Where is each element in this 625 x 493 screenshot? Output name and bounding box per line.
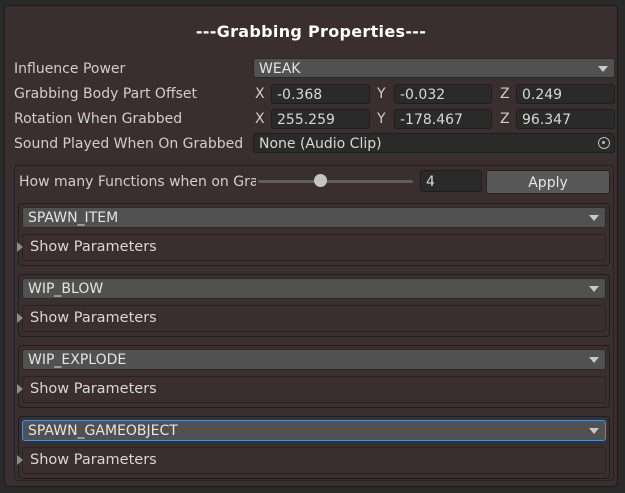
function-type-value: WIP_EXPLODE bbox=[28, 352, 127, 368]
function-type-value: WIP_BLOW bbox=[28, 281, 104, 297]
foldout-label: Show Parameters bbox=[30, 452, 157, 468]
influence-power-value: WEAK bbox=[259, 61, 301, 77]
show-parameters-foldout[interactable]: Show Parameters bbox=[17, 234, 606, 261]
foldout-label: Show Parameters bbox=[30, 310, 157, 326]
foldout-label: Show Parameters bbox=[30, 239, 157, 255]
rotation-y-axis-label: Y bbox=[377, 111, 386, 127]
rotation-x-field[interactable]: 255.259 bbox=[271, 109, 370, 129]
offset-z-axis-label: Z bbox=[500, 86, 510, 102]
function-type-value: SPAWN_GAMEOBJECT bbox=[28, 423, 178, 439]
chevron-down-icon bbox=[589, 286, 599, 292]
chevron-down-icon bbox=[589, 428, 599, 434]
chevron-down-icon bbox=[589, 357, 599, 363]
show-parameters-foldout[interactable]: Show Parameters bbox=[17, 305, 606, 332]
panel-title: ---Grabbing Properties--- bbox=[195, 22, 427, 41]
sound-label: Sound Played When On Grabbed bbox=[14, 136, 244, 152]
function-type-dropdown[interactable]: WIP_BLOW bbox=[22, 278, 606, 299]
offset-z-field[interactable]: 0.249 bbox=[516, 84, 615, 104]
function-type-dropdown[interactable]: SPAWN_ITEM bbox=[22, 207, 606, 228]
rotation-y-field[interactable]: -178.467 bbox=[394, 109, 492, 129]
offset-label: Grabbing Body Part Offset bbox=[14, 86, 197, 102]
offset-x-field[interactable]: -0.368 bbox=[271, 84, 370, 104]
influence-power-label: Influence Power bbox=[14, 61, 126, 77]
function-item: SPAWN_ITEM Show Parameters bbox=[17, 203, 610, 266]
sound-object-field[interactable]: None (Audio Clip) bbox=[253, 133, 615, 153]
object-picker-icon[interactable] bbox=[598, 137, 610, 149]
function-count-slider-track[interactable] bbox=[258, 180, 413, 183]
function-count-slider-thumb[interactable] bbox=[313, 174, 327, 187]
apply-button[interactable]: Apply bbox=[486, 170, 610, 194]
rotation-z-field[interactable]: 96.347 bbox=[516, 109, 615, 129]
function-count-field[interactable]: 4 bbox=[420, 170, 482, 192]
rotation-x-axis-label: X bbox=[255, 111, 265, 127]
triangle-right-icon[interactable] bbox=[17, 384, 23, 394]
function-count-label: How many Functions when on Grabbed bbox=[19, 174, 256, 190]
function-type-dropdown[interactable]: SPAWN_GAMEOBJECT bbox=[22, 420, 606, 441]
rotation-label: Rotation When Grabbed bbox=[14, 111, 183, 127]
offset-y-field[interactable]: -0.032 bbox=[394, 84, 492, 104]
influence-power-dropdown[interactable]: WEAK bbox=[253, 58, 615, 78]
offset-x-axis-label: X bbox=[255, 86, 265, 102]
offset-y-axis-label: Y bbox=[377, 86, 386, 102]
function-type-dropdown[interactable]: WIP_EXPLODE bbox=[22, 349, 606, 370]
sound-value: None (Audio Clip) bbox=[259, 136, 382, 152]
show-parameters-foldout[interactable]: Show Parameters bbox=[17, 447, 606, 474]
function-item: WIP_EXPLODE Show Parameters bbox=[17, 345, 610, 408]
show-parameters-foldout[interactable]: Show Parameters bbox=[17, 376, 606, 403]
foldout-label: Show Parameters bbox=[30, 381, 157, 397]
function-item: SPAWN_GAMEOBJECT Show Parameters bbox=[17, 416, 610, 479]
chevron-down-icon bbox=[589, 215, 599, 221]
rotation-z-axis-label: Z bbox=[500, 111, 510, 127]
triangle-right-icon[interactable] bbox=[17, 242, 23, 252]
triangle-right-icon[interactable] bbox=[17, 455, 23, 465]
function-type-value: SPAWN_ITEM bbox=[28, 210, 119, 226]
function-item: WIP_BLOW Show Parameters bbox=[17, 274, 610, 337]
triangle-right-icon[interactable] bbox=[17, 313, 23, 323]
chevron-down-icon bbox=[598, 66, 608, 72]
